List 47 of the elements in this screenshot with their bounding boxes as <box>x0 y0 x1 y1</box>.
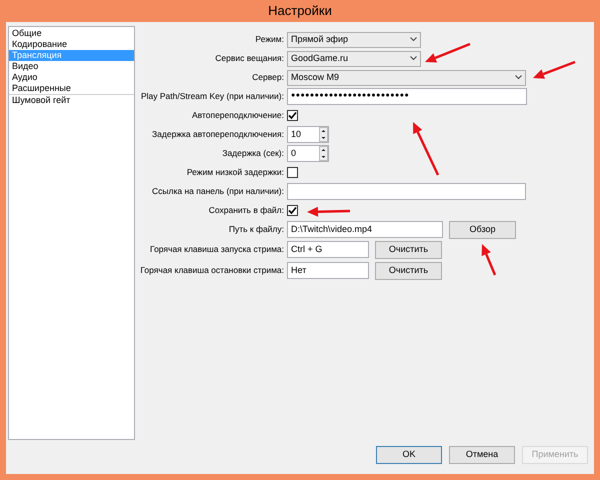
dropdown[interactable]: Moscow M9 <box>287 70 526 86</box>
spinner-arrows-icon[interactable] <box>319 127 328 142</box>
field-label: Режим низкой задержки: <box>186 166 285 179</box>
clear-button[interactable]: Очистить <box>375 262 442 280</box>
field-label: Горячая клавиша запуска стрима: <box>149 243 285 256</box>
hotkey-field[interactable]: Ctrl + G <box>287 241 369 258</box>
field-label: Задержка (сек): <box>221 147 285 160</box>
field-label: Режим: <box>254 33 285 46</box>
checkbox[interactable] <box>287 167 298 178</box>
spin-field[interactable]: 0 <box>287 145 329 162</box>
dropdown[interactable]: GoodGame.ru <box>287 50 421 66</box>
annotation-arrow <box>413 122 440 176</box>
browse-button[interactable]: Обзор <box>449 220 516 238</box>
sidebar-item[interactable]: Видео <box>9 61 134 72</box>
checkbox[interactable] <box>287 205 298 216</box>
sidebar-item[interactable]: Шумовой гейт <box>9 95 134 106</box>
sidebar-item[interactable]: Аудио <box>9 72 134 83</box>
field-label: Путь к файлу: <box>228 223 285 236</box>
annotation-arrow <box>307 206 350 217</box>
clear-button[interactable]: Очистить <box>375 240 442 258</box>
field-label: Сервис вещания: <box>214 52 285 65</box>
hotkey-field[interactable]: Нет <box>287 262 369 279</box>
spin-field[interactable]: 10 <box>287 126 329 143</box>
dropdown[interactable]: Прямой эфир <box>287 32 421 48</box>
field-label: Play Path/Stream Key (при наличии): <box>140 90 285 103</box>
field-label: Сохранить в файл: <box>208 204 285 217</box>
field-label: Сервер: <box>251 71 285 84</box>
sidebar-item[interactable]: Кодирование <box>9 39 134 50</box>
annotation-arrow <box>425 42 470 63</box>
chevron-icon <box>410 37 417 42</box>
chevron-icon <box>515 75 522 80</box>
field-label: Задержка автопереподключения: <box>151 128 285 141</box>
path-field[interactable]: D:\Twitch\video.mp4 <box>287 221 443 238</box>
annotation-arrow <box>533 60 576 79</box>
checkbox[interactable] <box>287 110 298 121</box>
field-label: Горячая клавиша остановки стрима: <box>139 264 285 277</box>
field-label: Ссылка на панель (при наличии): <box>151 185 285 198</box>
dialog-button[interactable]: OK <box>376 446 442 464</box>
sidebar-item[interactable]: Общие <box>9 28 134 39</box>
spinner-arrows-icon[interactable] <box>319 146 328 161</box>
chevron-icon <box>410 56 417 61</box>
input-field[interactable] <box>287 183 526 200</box>
field-label: Автопереподключение: <box>190 109 285 122</box>
window-title: Настройки <box>268 2 332 20</box>
annotation-arrow <box>482 244 496 276</box>
sidebar-item[interactable]: Расширенные <box>9 83 134 94</box>
dialog-button[interactable]: Отмена <box>449 446 515 464</box>
